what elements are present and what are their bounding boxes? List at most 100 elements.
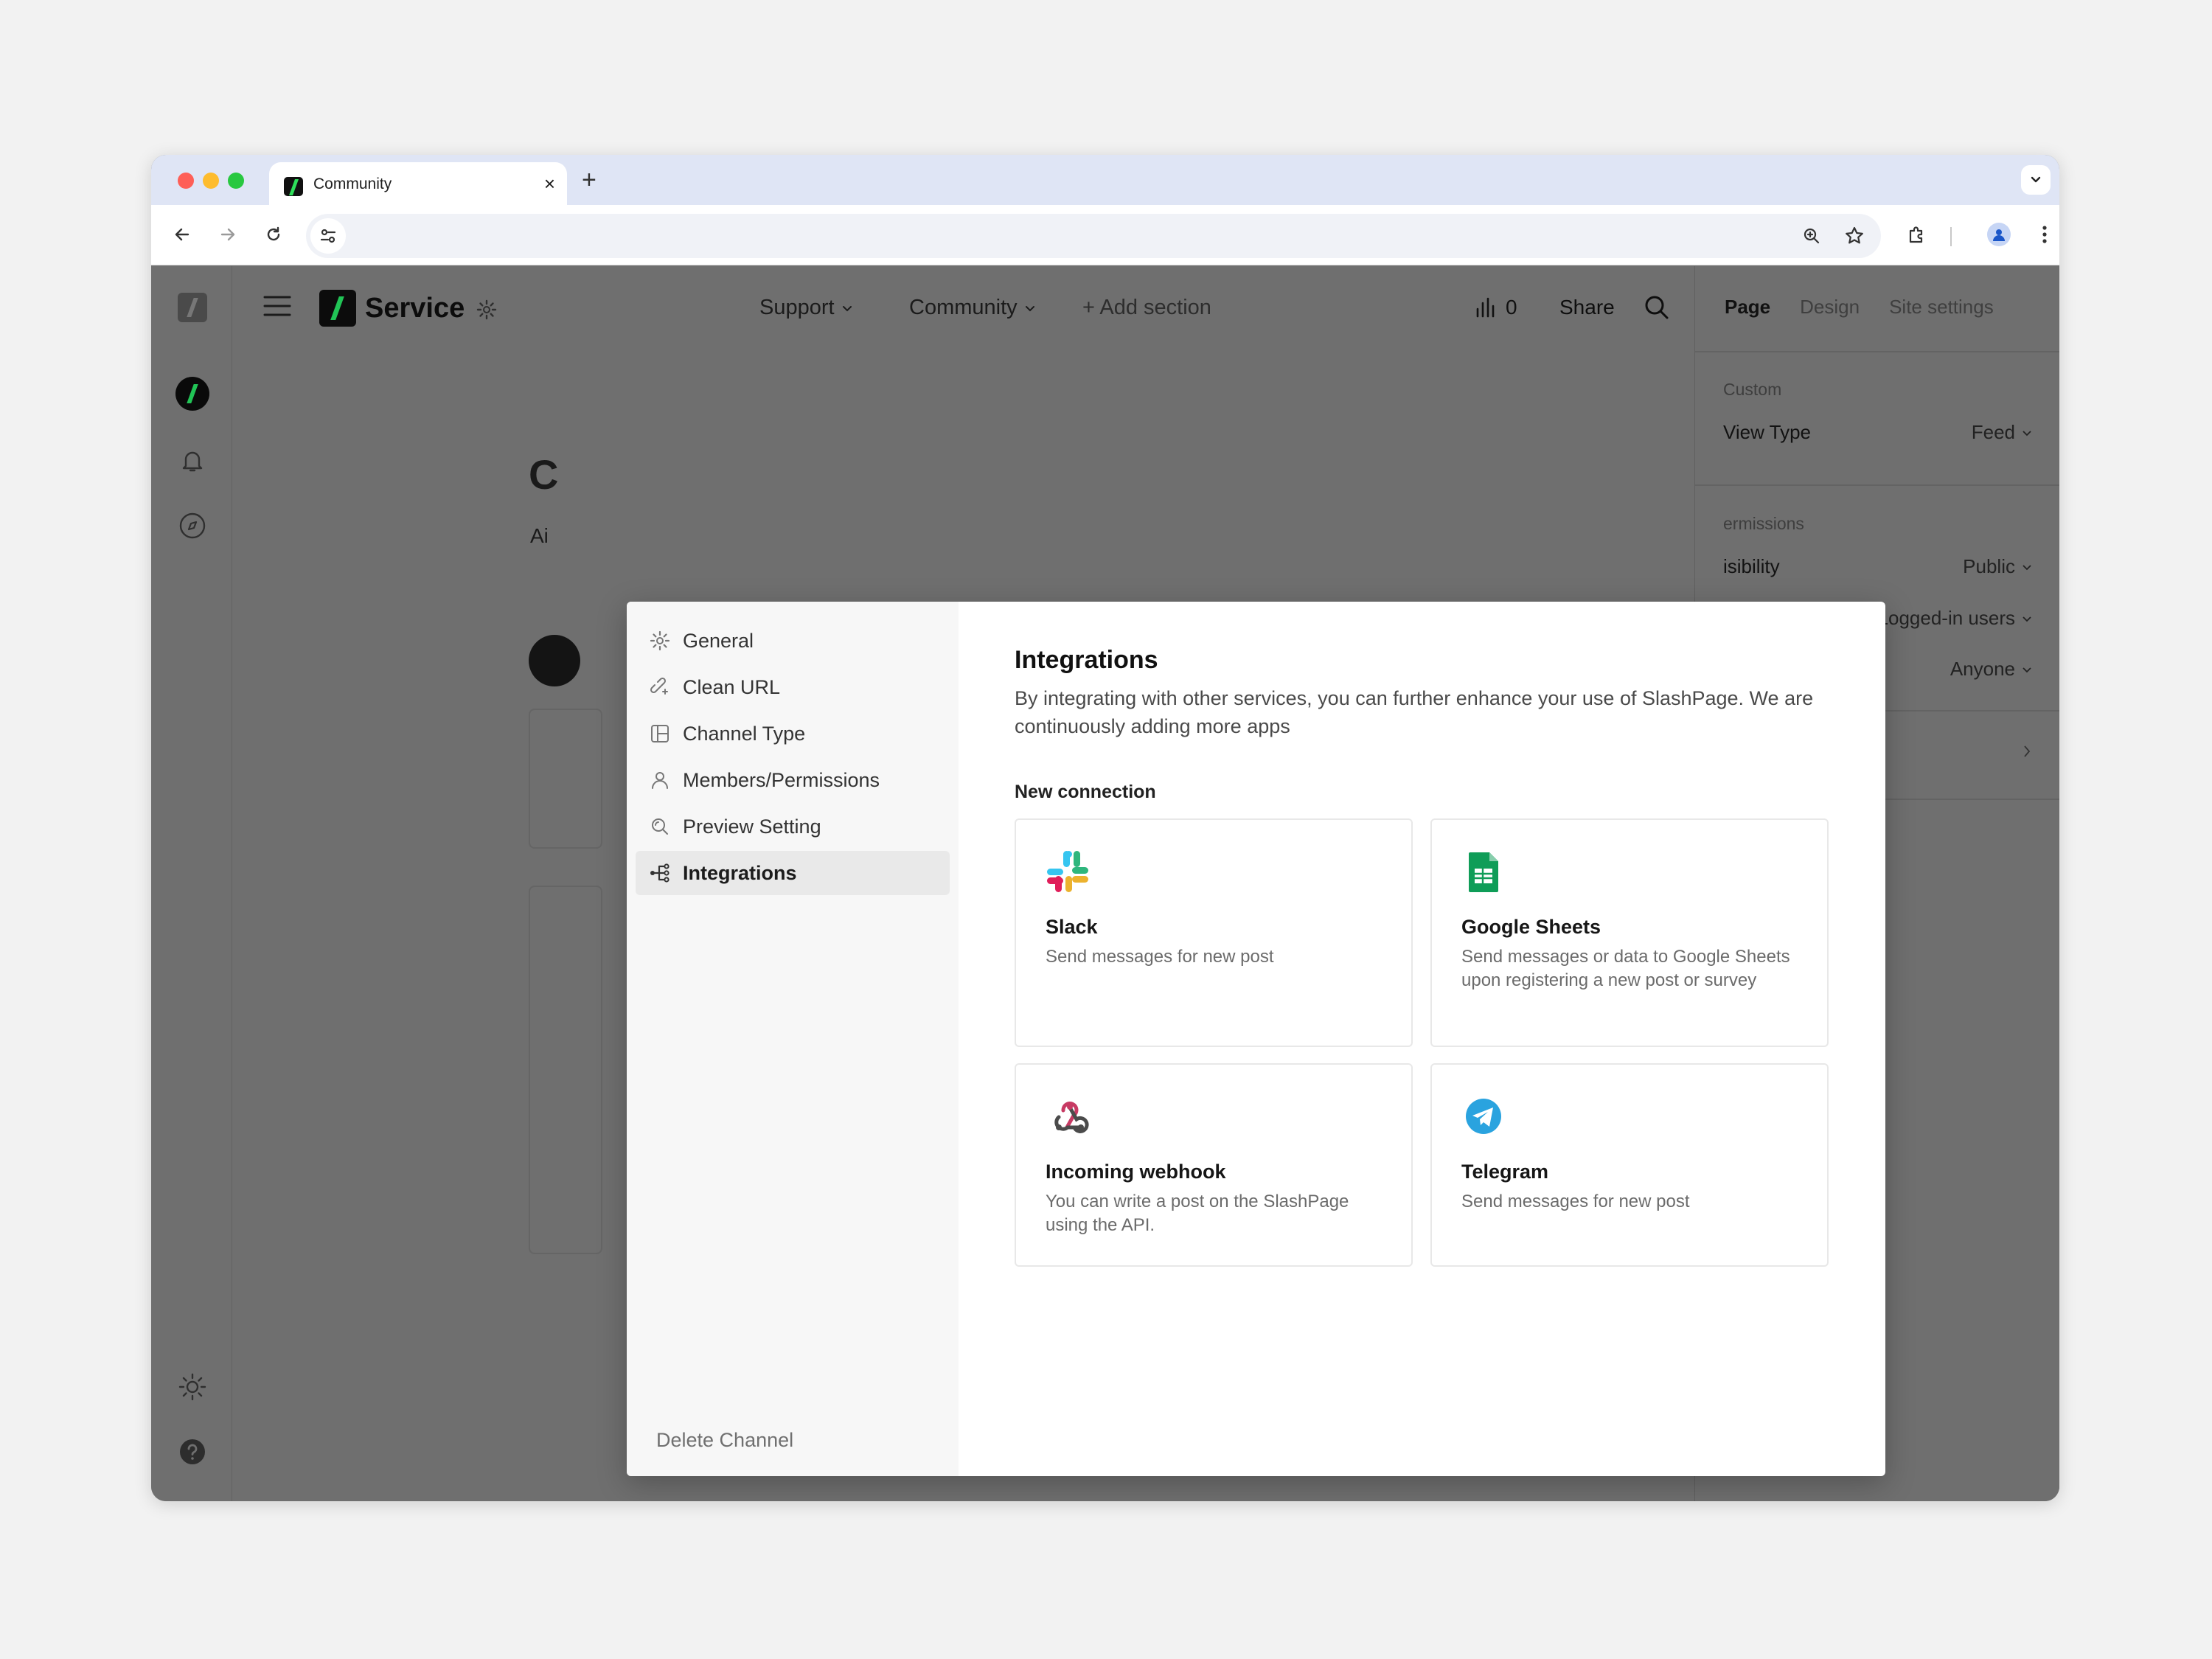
help-button[interactable]	[178, 1437, 207, 1467]
views-counter[interactable]: 0	[1475, 296, 1517, 319]
toolbar-divider	[1950, 227, 1952, 246]
sidebar-item-channel-type[interactable]: Channel Type	[636, 712, 950, 756]
site-settings-button[interactable]	[476, 299, 498, 324]
new-connection-label: New connection	[1015, 782, 1156, 802]
integration-card-google-sheets[interactable]: Google Sheets Send messages or data to G…	[1430, 818, 1829, 1047]
delete-channel-button[interactable]: Delete Channel	[656, 1429, 793, 1452]
tab-page[interactable]: Page	[1725, 296, 1770, 319]
arrow-left-icon	[175, 228, 189, 241]
workspace-icon[interactable]	[175, 377, 209, 411]
bookmark-button[interactable]	[1840, 221, 1869, 251]
integrations-description: By integrating with other services, you …	[1015, 687, 1814, 737]
add-section-button[interactable]: + Add section	[1082, 296, 1211, 320]
tab-title: Community	[313, 175, 392, 192]
browser-tab[interactable]: Community ×	[269, 162, 567, 206]
tab-search-button[interactable]	[2021, 165, 2051, 195]
slashpage-logo-icon[interactable]	[178, 293, 207, 322]
page-title: Integrations	[1015, 646, 1158, 674]
channel-settings-modal: General Clean URL Channel Type Members/P…	[627, 602, 1885, 1476]
back-button[interactable]	[167, 220, 197, 249]
telegram-icon	[1466, 1099, 1501, 1134]
chevron-down-icon	[2023, 667, 2031, 672]
browser-window: Community × + Service Support Community …	[151, 155, 2059, 1501]
help-icon	[180, 1439, 205, 1464]
profile-button[interactable]	[1984, 220, 2014, 249]
zoom-button[interactable]	[1797, 221, 1826, 251]
divider	[1695, 484, 2059, 486]
minimize-window-button[interactable]	[203, 173, 219, 189]
integration-card-incoming-webhook[interactable]: Incoming webhook You can write a post on…	[1015, 1063, 1413, 1267]
visibility-value: Public	[1963, 555, 2015, 577]
close-window-button[interactable]	[178, 173, 194, 189]
card-description: You can write a post on the SlashPage us…	[1046, 1192, 1349, 1235]
nav-support-label: Support	[759, 296, 835, 319]
composer-card	[529, 709, 602, 849]
share-button[interactable]: Share	[1559, 296, 1615, 319]
new-tab-button[interactable]: +	[582, 165, 597, 195]
permissions-section-label: ermissions	[1723, 514, 1804, 533]
site-info-button[interactable]	[310, 218, 346, 254]
post-permission-select[interactable]: Logged-in users	[1878, 607, 2033, 630]
nav-support[interactable]: Support	[759, 296, 854, 320]
browser-menu-button[interactable]	[2030, 220, 2059, 249]
view-type-row[interactable]: View Type Feed	[1723, 421, 2033, 444]
card-title: Incoming webhook	[1046, 1161, 1226, 1183]
post-card	[529, 886, 602, 1254]
chevron-down-icon	[2023, 564, 2031, 570]
tab-design[interactable]: Design	[1800, 296, 1860, 319]
address-bar[interactable]	[306, 214, 1881, 258]
left-rail	[151, 266, 232, 1501]
gear-icon	[476, 299, 497, 320]
tab-site-settings[interactable]: Site settings	[1889, 296, 1994, 319]
sidebar-item-integrations[interactable]: Integrations	[636, 851, 950, 895]
add-section-label: + Add section	[1082, 296, 1211, 319]
visibility-row[interactable]: isibility Public	[1723, 555, 2033, 578]
sidebar-item-clean-url[interactable]: Clean URL	[636, 665, 950, 709]
chevron-right-icon	[2024, 745, 2031, 757]
maximize-window-button[interactable]	[228, 173, 244, 189]
forward-button[interactable]	[213, 220, 243, 249]
sidebar-item-label: Integrations	[683, 861, 797, 884]
explore-button[interactable]	[178, 511, 207, 540]
comment-permission-select[interactable]: Anyone	[1950, 658, 2033, 681]
theme-toggle-button[interactable]	[178, 1372, 207, 1402]
sidebar-item-label: General	[683, 629, 754, 652]
extensions-button[interactable]	[1902, 220, 1931, 249]
author-avatar	[529, 635, 580, 686]
chevron-down-icon	[2031, 176, 2041, 183]
card-description: Send messages or data to Google Sheets u…	[1461, 947, 1790, 990]
card-title: Slack	[1046, 916, 1098, 938]
integration-card-slack[interactable]: Slack Send messages for new post	[1015, 818, 1413, 1047]
tab-close-button[interactable]: ×	[544, 171, 555, 196]
search-button[interactable]	[1642, 293, 1672, 326]
notifications-button[interactable]	[178, 446, 207, 476]
app-header: Service Support Community + Add section …	[232, 266, 1816, 353]
browser-toolbar	[151, 205, 2059, 265]
integrations-panel: Integrations By integrating with other s…	[959, 602, 1885, 1476]
sidebar-item-general[interactable]: General	[636, 619, 950, 663]
right-panel-tabs: Page Design Site settings	[1725, 296, 1994, 319]
tab-bar: Community × +	[151, 155, 2059, 206]
sidebar-item-label: Clean URL	[683, 675, 781, 698]
slack-icon	[1047, 851, 1088, 892]
avatar	[1987, 223, 2011, 246]
puzzle-icon	[1909, 226, 1923, 243]
brand-name[interactable]: Service	[365, 293, 465, 324]
star-icon	[1846, 226, 1863, 244]
person-icon	[1993, 229, 2005, 241]
reload-icon	[267, 226, 280, 241]
chevron-down-icon	[1025, 305, 1034, 311]
sidebar-item-members-permissions[interactable]: Members/Permissions	[636, 758, 950, 802]
visibility-select[interactable]: Public	[1963, 555, 2033, 578]
menu-button[interactable]	[263, 294, 291, 321]
brand-logo-icon[interactable]	[319, 290, 356, 327]
reload-button[interactable]	[259, 220, 288, 249]
view-type-select[interactable]: Feed	[1972, 421, 2033, 444]
sidebar-item-preview-setting[interactable]: Preview Setting	[636, 804, 950, 849]
preview-icon	[649, 815, 671, 838]
compass-icon	[179, 512, 206, 539]
nav-community[interactable]: Community	[909, 296, 1037, 320]
custom-section-label: Custom	[1723, 380, 1782, 399]
integrations-icon	[649, 862, 671, 884]
integration-card-telegram[interactable]: Telegram Send messages for new post	[1430, 1063, 1829, 1267]
